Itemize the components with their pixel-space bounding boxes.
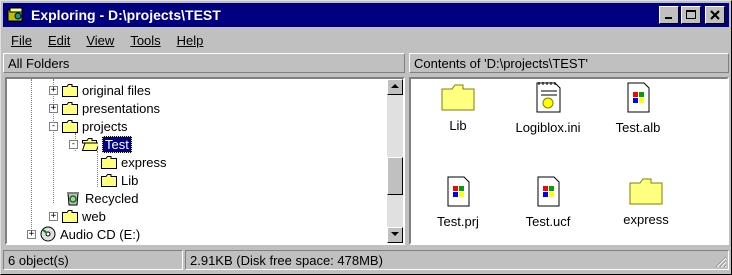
- tree-line: [97, 151, 98, 187]
- minimize-button[interactable]: [659, 6, 679, 24]
- windows-file-icon: [627, 82, 650, 113]
- arrow-down-icon: [391, 232, 399, 236]
- close-button[interactable]: [705, 6, 725, 24]
- file-item-lib[interactable]: Lib: [413, 83, 503, 133]
- tree-item-audio-cd[interactable]: + Audio CD (E:): [27, 225, 140, 243]
- tree-item-test[interactable]: - Test: [69, 135, 132, 153]
- tree-item-label: Lib: [121, 172, 139, 188]
- open-folder-icon: [82, 137, 98, 151]
- collapse-icon[interactable]: -: [49, 121, 58, 131]
- tree-item-express[interactable]: express: [101, 153, 167, 171]
- tree-item-label: Test: [102, 135, 132, 153]
- expand-icon[interactable]: +: [49, 103, 58, 113]
- status-disk-space: 2.91KB (Disk free space: 478MB): [185, 250, 729, 270]
- minimize-icon: [665, 17, 672, 19]
- menu-bar: File Edit View Tools Help: [3, 29, 729, 51]
- folder-tree[interactable]: + original files + presentations - proje…: [5, 77, 405, 245]
- tree-item-original-files[interactable]: + original files: [49, 81, 151, 99]
- expand-icon[interactable]: +: [49, 85, 58, 95]
- tree-item-label: Recycled: [85, 190, 139, 206]
- tree-item-lib[interactable]: Lib: [101, 171, 138, 189]
- file-name: Test.alb: [615, 120, 661, 135]
- contents-label: Contents of 'D:\projects\TEST': [414, 55, 589, 71]
- menu-view-label: View: [86, 32, 115, 48]
- folder-icon: [101, 173, 117, 187]
- file-name: express: [623, 212, 669, 227]
- windows-file-icon: [447, 176, 470, 207]
- menu-help[interactable]: Help: [169, 33, 212, 48]
- tree-item-label: projects: [82, 118, 128, 134]
- menu-file[interactable]: File: [3, 33, 40, 48]
- file-item-express[interactable]: express: [601, 177, 691, 227]
- file-item-test-ucf[interactable]: Test.ucf: [503, 175, 593, 229]
- scroll-up-button[interactable]: [387, 79, 403, 95]
- maximize-icon: [686, 10, 696, 19]
- expand-icon[interactable]: +: [49, 211, 58, 221]
- scroll-down-button[interactable]: [387, 227, 403, 243]
- file-name: Test.prj: [437, 214, 479, 229]
- close-icon: [710, 10, 720, 20]
- tree-item-label: presentations: [82, 100, 161, 116]
- explorer-window: Exploring - D:\projects\TEST File Edit V…: [0, 0, 732, 275]
- menu-edit-label: Edit: [47, 32, 71, 48]
- recycle-bin-icon: [67, 192, 79, 206]
- window-title: Exploring - D:\projects\TEST: [31, 7, 221, 23]
- tree-scrollbar[interactable]: [387, 79, 403, 243]
- tree-item-label: express: [121, 154, 167, 170]
- menu-tools-label: Tools: [130, 32, 161, 48]
- folder-icon: [62, 119, 78, 133]
- contents-header: Contents of 'D:\projects\TEST': [409, 53, 729, 73]
- tree-item-recycled[interactable]: Recycled: [65, 189, 138, 207]
- explorer-app-icon[interactable]: [7, 7, 25, 23]
- status-objects-text: 6 object(s): [8, 252, 69, 268]
- folder-icon: [441, 84, 475, 111]
- file-item-logiblox-ini[interactable]: Logiblox.ini: [503, 81, 593, 135]
- arrow-up-icon: [391, 84, 399, 88]
- maximize-button[interactable]: [681, 6, 701, 24]
- resize-grip-icon[interactable]: [714, 255, 727, 268]
- ini-file-icon: [536, 82, 561, 113]
- folder-icon: [62, 101, 78, 115]
- status-size-text: 2.91KB (Disk free space: 478MB): [190, 252, 383, 268]
- status-object-count: 6 object(s): [3, 250, 183, 270]
- file-name: Logiblox.ini: [515, 120, 581, 135]
- tree-item-label: web: [82, 208, 106, 224]
- file-item-test-alb[interactable]: Test.alb: [593, 81, 683, 135]
- contents-pane[interactable]: Lib Logiblox.ini Test.alb Test.prj Test.…: [409, 77, 729, 245]
- file-name: Lib: [449, 118, 467, 133]
- folder-icon: [101, 155, 117, 169]
- menu-file-label: File: [11, 32, 32, 48]
- tree-item-presentations[interactable]: + presentations: [49, 99, 160, 117]
- windows-file-icon: [537, 176, 560, 207]
- all-folders-header: All Folders: [3, 53, 405, 73]
- file-name: Test.ucf: [525, 214, 571, 229]
- folder-icon: [62, 209, 78, 223]
- all-folders-label: All Folders: [8, 55, 70, 71]
- tree-item-projects[interactable]: - projects: [49, 117, 128, 135]
- menu-help-label: Help: [176, 32, 204, 48]
- menu-tools[interactable]: Tools: [122, 33, 168, 48]
- menu-view[interactable]: View: [78, 33, 122, 48]
- menu-edit[interactable]: Edit: [40, 33, 78, 48]
- folder-icon: [629, 178, 663, 205]
- folder-icon: [62, 83, 78, 97]
- collapse-icon[interactable]: -: [69, 139, 78, 149]
- tree-line: [31, 79, 32, 239]
- tree-item-label: Audio CD (E:): [60, 226, 141, 242]
- file-item-test-prj[interactable]: Test.prj: [413, 175, 503, 229]
- title-bar[interactable]: Exploring - D:\projects\TEST: [3, 3, 729, 27]
- cd-icon: [40, 226, 56, 242]
- tree-item-label: original files: [82, 82, 151, 98]
- scroll-thumb[interactable]: [387, 157, 403, 195]
- expand-icon[interactable]: +: [27, 229, 36, 239]
- tree-item-web[interactable]: + web: [49, 207, 106, 225]
